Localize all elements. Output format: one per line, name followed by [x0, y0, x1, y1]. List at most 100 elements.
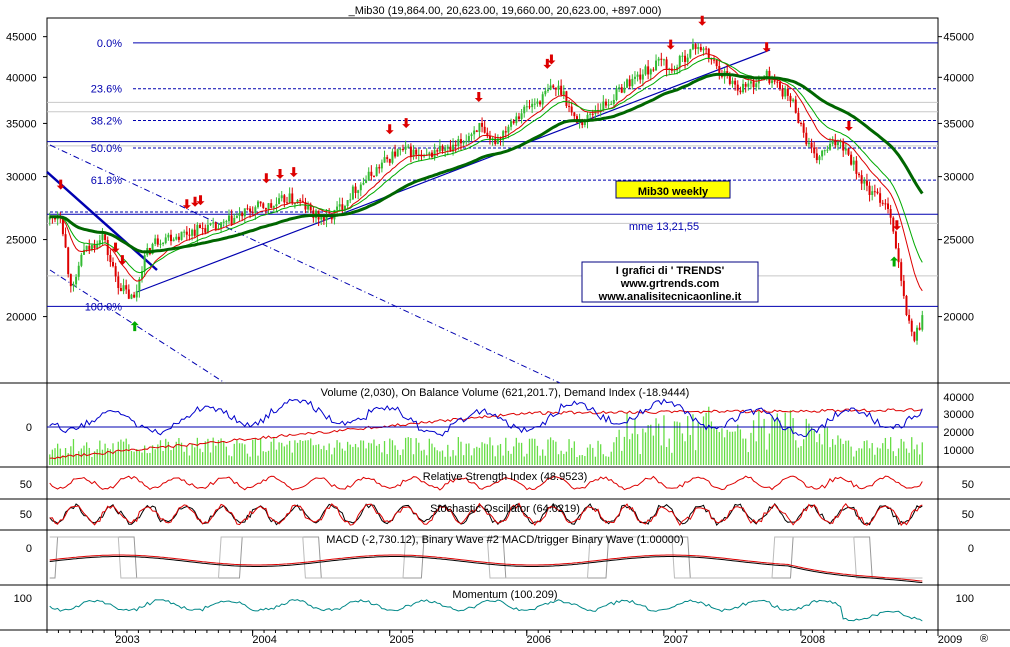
- candle-body: [372, 175, 375, 177]
- candle-body: [346, 200, 349, 207]
- candle-body: [705, 48, 708, 50]
- candle-body: [699, 47, 702, 51]
- candle-body: [473, 130, 476, 135]
- candle-body: [515, 116, 518, 124]
- candle-body: [894, 231, 897, 249]
- panel-tick-right: 50: [962, 509, 974, 521]
- candle-body: [88, 245, 91, 250]
- candle-body: [876, 191, 879, 194]
- candle-body: [908, 314, 911, 321]
- candle-body: [259, 201, 262, 204]
- candle-body: [80, 254, 83, 266]
- candle-body: [610, 103, 613, 105]
- candle-body: [823, 150, 826, 152]
- candle-body: [183, 231, 186, 233]
- candle-body: [855, 160, 858, 174]
- candle-body: [241, 213, 244, 217]
- candle-body: [665, 59, 668, 70]
- candle-body: [159, 243, 162, 245]
- candle-body: [191, 229, 194, 236]
- candle-body: [773, 80, 776, 82]
- candle-body: [391, 151, 394, 163]
- candle-body: [133, 294, 136, 298]
- candle-body: [910, 320, 913, 332]
- candle-body: [262, 203, 265, 208]
- candle-body: [889, 209, 892, 218]
- candle-body: [109, 255, 112, 263]
- candle-body: [349, 199, 352, 201]
- candle-body: [243, 208, 246, 217]
- candle-body: [404, 146, 407, 150]
- candle-body: [776, 81, 779, 83]
- panel-tick-right: 20000: [943, 427, 974, 439]
- candle-body: [394, 151, 397, 157]
- candle-body: [813, 147, 816, 154]
- candle-body: [715, 59, 718, 67]
- candle-body: [283, 195, 286, 203]
- candle-body: [531, 103, 534, 108]
- candle-body: [177, 236, 180, 240]
- candle-body: [154, 238, 157, 244]
- candle-body: [541, 94, 544, 105]
- candle-body: [565, 91, 568, 106]
- candle-body: [744, 83, 747, 87]
- candle-body: [299, 200, 302, 202]
- candle-body: [626, 79, 629, 88]
- candle-body: [288, 193, 291, 203]
- candle-body: [852, 160, 855, 165]
- candle-body: [607, 104, 610, 106]
- candle-body: [93, 244, 96, 249]
- candle-body: [504, 131, 507, 133]
- candle-body: [691, 44, 694, 50]
- candle-body: [457, 139, 460, 146]
- candle-body: [657, 58, 660, 61]
- candle-body: [660, 58, 663, 60]
- x-tick-label: 2006: [527, 634, 551, 646]
- candle-body: [512, 121, 515, 124]
- candle-body: [647, 66, 650, 75]
- candle-body: [868, 185, 871, 195]
- candle-body: [546, 89, 549, 91]
- candle-body: [718, 66, 721, 74]
- candle-body: [905, 295, 908, 315]
- candle-body: [615, 88, 618, 100]
- candle-body: [401, 149, 404, 151]
- title-box-text: Mib30 weekly: [638, 186, 709, 198]
- panel-label: Momentum (100.209): [452, 589, 557, 601]
- candle-body: [562, 91, 565, 95]
- candle-body: [220, 222, 223, 229]
- candle-body: [552, 85, 555, 88]
- fib-label: 100.0%: [85, 301, 123, 313]
- candle-body: [655, 60, 658, 71]
- y-tick-label-left: 45000: [6, 32, 37, 44]
- candle-body: [794, 99, 797, 113]
- candle-body: [918, 327, 921, 330]
- candle-body: [792, 99, 795, 102]
- candle-body: [836, 142, 839, 145]
- candle-body: [409, 146, 412, 158]
- chart-window: 20000 20000 25000 25000 30000 30000 35000 35000…: [0, 0, 1010, 647]
- candle-body: [807, 142, 810, 145]
- candle-body: [879, 193, 882, 203]
- candle-body: [826, 149, 829, 151]
- candle-body: [235, 215, 238, 218]
- candle-body: [117, 276, 120, 289]
- candle-body: [702, 48, 705, 51]
- candle-body: [465, 140, 468, 142]
- candle-body: [378, 167, 381, 169]
- candle-body: [230, 215, 233, 225]
- candle-body: [510, 121, 513, 127]
- candle-body: [623, 87, 626, 93]
- candle-body: [639, 74, 642, 80]
- y-tick-label-left: 35000: [6, 118, 37, 130]
- candle-body: [844, 148, 847, 151]
- candle-body: [246, 208, 249, 210]
- candle-body: [214, 222, 217, 230]
- candle-body: [902, 280, 905, 296]
- ema-subtitle: mme 13,21,55: [629, 221, 699, 233]
- candle-body: [731, 80, 734, 84]
- candle-body: [254, 207, 257, 213]
- candle-body: [536, 101, 539, 104]
- fib-label: 50.0%: [91, 143, 122, 155]
- candle-body: [415, 149, 418, 155]
